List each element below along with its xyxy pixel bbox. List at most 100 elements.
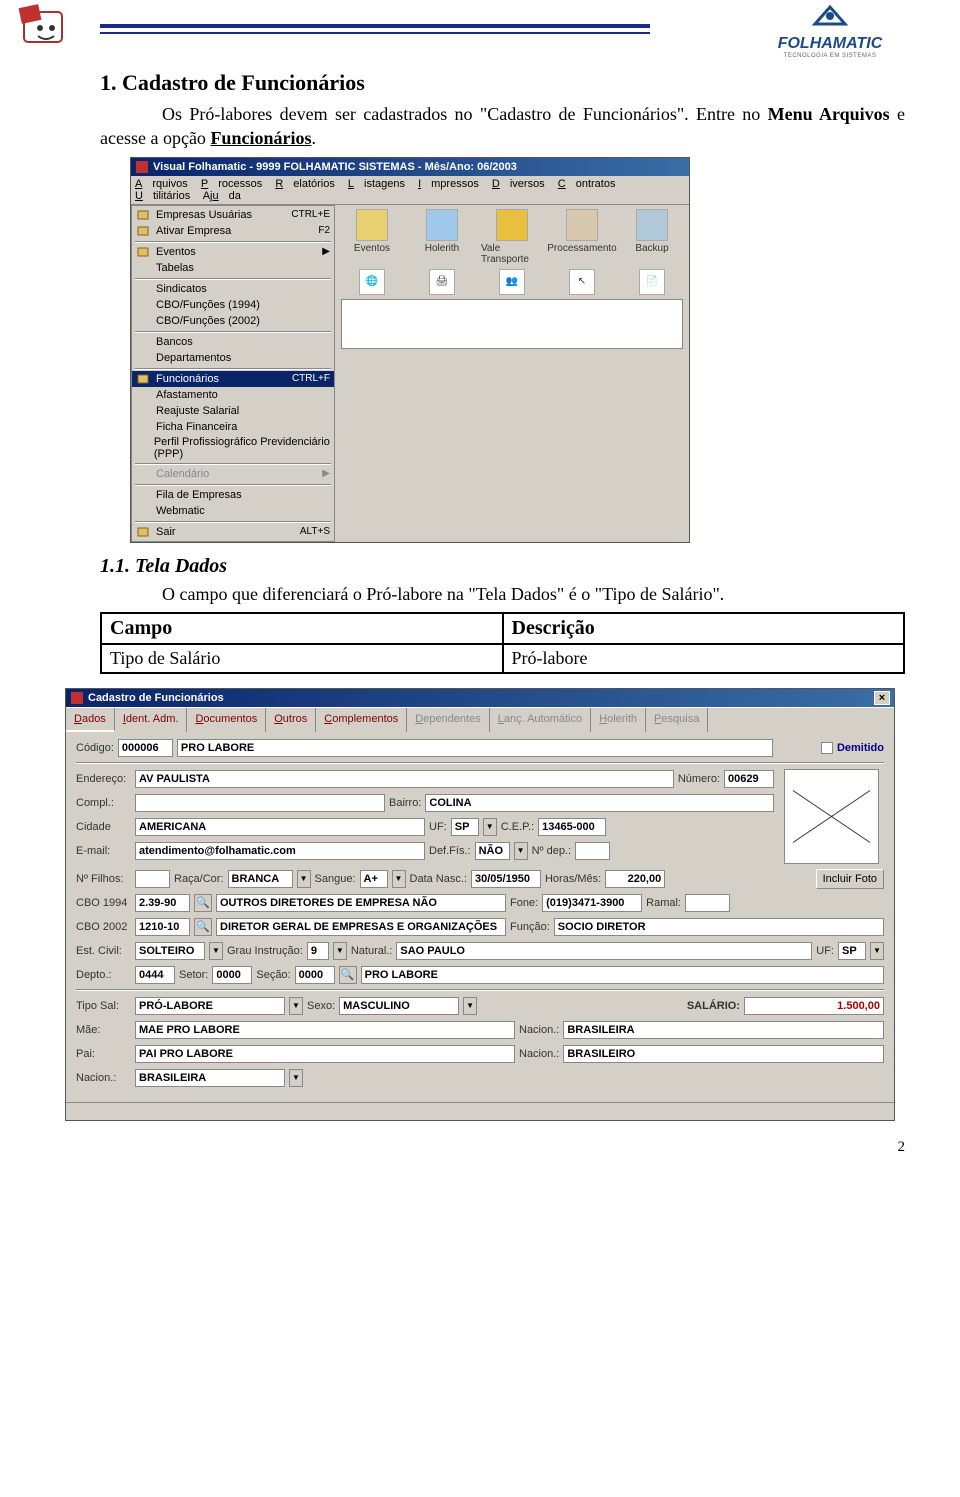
- menu-item[interactable]: Relatórios: [275, 178, 335, 190]
- dropdown-menu: Empresas UsuáriasCTRL+EAtivar EmpresaF2 E…: [131, 205, 335, 542]
- depto-desc-field[interactable]: PRO LABORE: [361, 966, 884, 984]
- uf-field[interactable]: SP: [451, 818, 479, 836]
- toolbar-button[interactable]: Holerith: [411, 209, 473, 254]
- toolbar-button[interactable]: 🖨: [411, 269, 473, 295]
- toolbar-button[interactable]: 📄: [621, 269, 683, 295]
- cbo2002-desc-field[interactable]: DIRETOR GERAL DE EMPRESAS E ORGANIZAÇÕES: [216, 918, 506, 936]
- menu-item[interactable]: Departamentos: [132, 350, 334, 366]
- menu-item[interactable]: Processos: [201, 178, 262, 190]
- toolbar-button[interactable]: Backup: [621, 209, 683, 254]
- raca-field[interactable]: BRANCA: [228, 870, 293, 888]
- menu-item[interactable]: Diversos: [492, 178, 545, 190]
- tab[interactable]: Ident. Adm.: [115, 708, 188, 732]
- secao-field[interactable]: 0000: [295, 966, 335, 984]
- cep-field[interactable]: 13465-000: [538, 818, 606, 836]
- uf2-field[interactable]: SP: [838, 942, 866, 960]
- deffis-field[interactable]: NÃO: [475, 842, 510, 860]
- dropdown-icon[interactable]: ▼: [289, 1069, 303, 1087]
- lookup-icon[interactable]: 🔍: [339, 966, 357, 984]
- incluir-foto-button[interactable]: Incluir Foto: [816, 869, 884, 889]
- menu-item[interactable]: CBO/Funções (2002): [132, 313, 334, 329]
- dropdown-icon[interactable]: ▼: [463, 997, 477, 1015]
- menu-item[interactable]: Ficha Financeira: [132, 419, 334, 435]
- horasmes-field[interactable]: 220,00: [605, 870, 665, 888]
- depto-field[interactable]: 0444: [135, 966, 175, 984]
- menu-item[interactable]: Listagens: [348, 178, 405, 190]
- cbo2002-code-field[interactable]: 1210-10: [135, 918, 190, 936]
- toolbar-button[interactable]: Vale Transporte: [481, 209, 543, 265]
- menu-item[interactable]: Contratos: [558, 178, 616, 190]
- toolbar-button[interactable]: Eventos: [341, 209, 403, 254]
- datanasc-field[interactable]: 30/05/1950: [471, 870, 541, 888]
- sangue-field[interactable]: A+: [360, 870, 388, 888]
- menu-item[interactable]: SairALT+S: [132, 524, 334, 540]
- funcao-field[interactable]: SOCIO DIRETOR: [554, 918, 884, 936]
- dropdown-icon[interactable]: ▼: [514, 842, 528, 860]
- menu-item[interactable]: Tabelas: [132, 260, 334, 276]
- menu-item[interactable]: Impressos: [418, 178, 479, 190]
- nome-field[interactable]: PRO LABORE: [177, 739, 773, 757]
- fone-field[interactable]: (019)3471-3900: [542, 894, 642, 912]
- menu-item[interactable]: Empresas UsuáriasCTRL+E: [132, 207, 334, 223]
- lookup-icon[interactable]: 🔍: [194, 894, 212, 912]
- natural-field[interactable]: SAO PAULO: [396, 942, 812, 960]
- tab[interactable]: Outros: [266, 708, 316, 732]
- pai-nacion-field[interactable]: BRASILEIRO: [563, 1045, 884, 1063]
- menu-item[interactable]: Perfil Profissiográfico Previdenciário (…: [132, 435, 334, 461]
- dropdown-icon[interactable]: ▼: [483, 818, 497, 836]
- menu-item[interactable]: Fila de Empresas: [132, 487, 334, 503]
- ramal-field[interactable]: [685, 894, 730, 912]
- dropdown-icon[interactable]: ▼: [289, 997, 303, 1015]
- dropdown-icon[interactable]: ▼: [333, 942, 347, 960]
- toolbar-button[interactable]: ↖: [551, 269, 613, 295]
- toolbar-button[interactable]: Processamento: [551, 209, 613, 254]
- menu-item[interactable]: Ativar EmpresaF2: [132, 223, 334, 239]
- menu-item[interactable]: FuncionáriosCTRL+F: [132, 371, 334, 387]
- tab[interactable]: Complementos: [316, 708, 407, 732]
- mae-field[interactable]: MAE PRO LABORE: [135, 1021, 515, 1039]
- cidade-field[interactable]: AMERICANA: [135, 818, 425, 836]
- pai-field[interactable]: PAI PRO LABORE: [135, 1045, 515, 1063]
- numero-field[interactable]: 00629: [724, 770, 774, 788]
- menu-item[interactable]: Bancos: [132, 334, 334, 350]
- ndep-field[interactable]: [575, 842, 610, 860]
- menu-item[interactable]: Ajuda: [203, 190, 241, 202]
- tab[interactable]: Documentos: [187, 708, 266, 732]
- codigo-field[interactable]: 000006: [118, 739, 173, 757]
- compl-field[interactable]: [135, 794, 385, 812]
- sexo-field[interactable]: MASCULINO: [339, 997, 459, 1015]
- sangue-label: Sangue:: [315, 873, 356, 885]
- tiposal-field[interactable]: PRÓ-LABORE: [135, 997, 285, 1015]
- dropdown-icon[interactable]: ▼: [297, 870, 311, 888]
- menu-item[interactable]: CBO/Funções (1994): [132, 297, 334, 313]
- nfilhos-field[interactable]: [135, 870, 170, 888]
- menu-item[interactable]: Sindicatos: [132, 281, 334, 297]
- menubar[interactable]: Arquivos Processos Relatórios Listagens …: [131, 176, 689, 205]
- setor-field[interactable]: 0000: [212, 966, 252, 984]
- dropdown-icon[interactable]: ▼: [209, 942, 223, 960]
- toolbar-button[interactable]: 👥: [481, 269, 543, 295]
- salario-field[interactable]: 1.500,00: [744, 997, 884, 1015]
- cbo1994-desc-field[interactable]: OUTROS DIRETORES DE EMPRESA NÃO CLASSIFI…: [216, 894, 506, 912]
- menu-item[interactable]: Webmatic: [132, 503, 334, 519]
- lookup-icon[interactable]: 🔍: [194, 918, 212, 936]
- dropdown-icon[interactable]: ▼: [392, 870, 406, 888]
- estcivil-field[interactable]: SOLTEIRO: [135, 942, 205, 960]
- grau-field[interactable]: 9: [307, 942, 329, 960]
- tab[interactable]: Dados: [66, 708, 115, 732]
- nacion-field[interactable]: BRASILEIRA: [135, 1069, 285, 1087]
- menu-item[interactable]: Reajuste Salarial: [132, 403, 334, 419]
- endereco-field[interactable]: AV PAULISTA: [135, 770, 674, 788]
- toolbar-button[interactable]: 🌐: [341, 269, 403, 295]
- bairro-field[interactable]: COLINA: [425, 794, 774, 812]
- demitido-checkbox[interactable]: [821, 742, 833, 754]
- close-icon[interactable]: ×: [874, 691, 890, 705]
- dropdown-icon[interactable]: ▼: [870, 942, 884, 960]
- email-field[interactable]: atendimento@folhamatic.com: [135, 842, 425, 860]
- menu-item[interactable]: Utilitários: [135, 190, 190, 202]
- cbo1994-code-field[interactable]: 2.39-90: [135, 894, 190, 912]
- menu-item[interactable]: Eventos▶: [132, 244, 334, 260]
- mae-nacion-field[interactable]: BRASILEIRA: [563, 1021, 884, 1039]
- menu-item[interactable]: Afastamento: [132, 387, 334, 403]
- menu-item[interactable]: Arquivos: [135, 178, 188, 190]
